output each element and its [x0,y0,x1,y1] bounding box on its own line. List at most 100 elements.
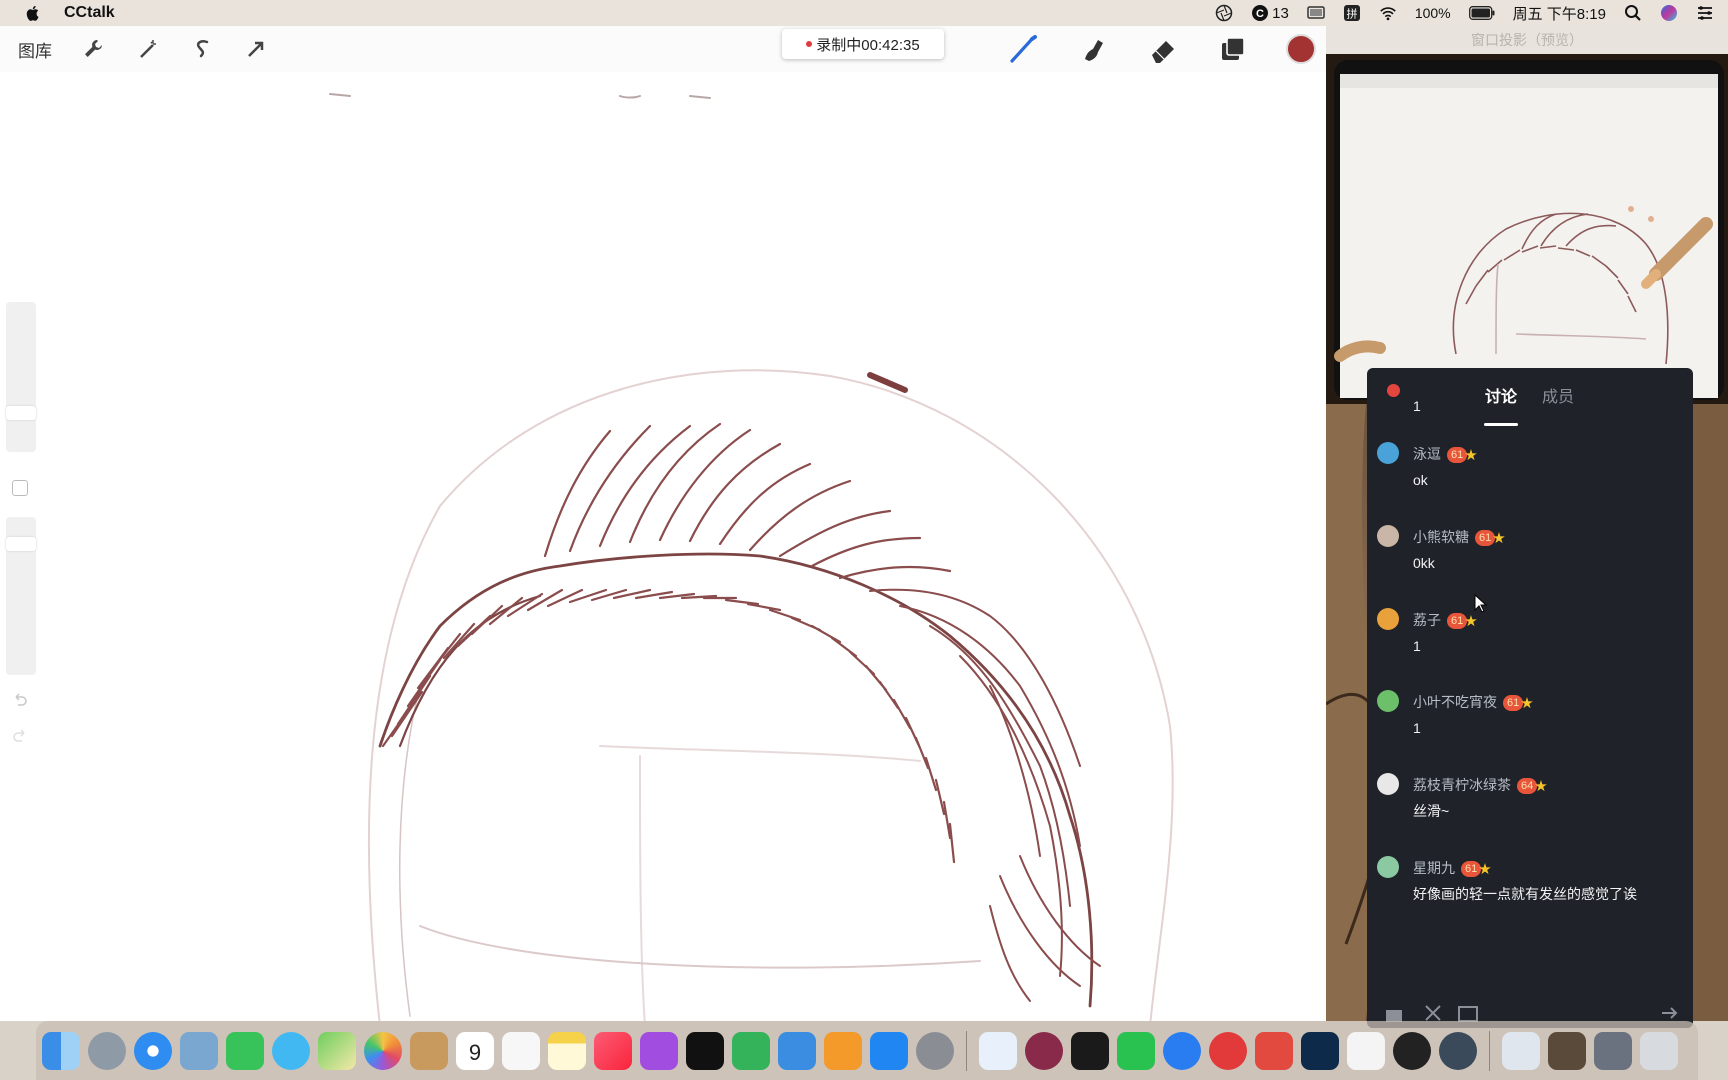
battery-icon[interactable] [1468,6,1495,20]
scissors-icon[interactable] [1423,1004,1443,1022]
gift-icon[interactable] [1383,1004,1405,1022]
menu-bar: CCtalk C 13 拼 100% 周五 下午8:19 [0,0,1728,26]
username-text: 泳逗 [1413,446,1441,462]
display-app-icon[interactable] [1594,1031,1632,1070]
drawing-window: 图库 录制中00:42:35 [0,26,1326,1021]
layers-icon[interactable] [1218,34,1248,64]
wrench-icon[interactable] [82,37,106,61]
apple-menu-icon[interactable] [24,4,42,22]
reminders-icon[interactable] [502,1031,540,1070]
control-center-icon[interactable] [1696,4,1714,22]
svg-text:拼: 拼 [1346,7,1357,21]
system-preferences-icon[interactable] [916,1031,954,1070]
username-text: 星期九 [1413,860,1455,876]
procreate-toolbar: 图库 录制中00:42:35 [0,26,1326,72]
projection-window-title[interactable]: 窗口投影（预览） [1326,26,1728,54]
screenshot-icon[interactable] [1502,1031,1540,1070]
terminal-icon[interactable] [1071,1031,1109,1070]
avatar[interactable] [1377,856,1399,878]
image-icon[interactable] [1457,1004,1479,1022]
recording-indicator[interactable]: 录制中00:42:35 [782,29,944,59]
message-text: 1 [1413,720,1421,736]
star-icon: ★ [1478,861,1492,879]
username-text: 荔枝青柠冰绿茶 [1413,777,1511,793]
image-viewer-icon[interactable] [1548,1031,1586,1070]
selection-icon[interactable] [190,37,214,61]
message-text: 1 [1413,638,1421,654]
qq-browser-icon[interactable] [1163,1031,1201,1070]
siri-icon[interactable] [1660,4,1678,22]
podcasts-icon[interactable] [640,1031,678,1070]
calendar-icon[interactable]: 9 [456,1031,494,1070]
avatar[interactable] [1377,442,1399,464]
clock[interactable]: 周五 下午8:19 [1513,3,1606,24]
spotlight-search-icon[interactable] [1624,4,1642,22]
wechat-icon[interactable] [1117,1031,1155,1070]
app-store-icon[interactable] [870,1031,908,1070]
notification-count: 13 [1272,4,1289,22]
pages-icon[interactable] [824,1031,862,1070]
message-text: ok [1413,472,1428,488]
smudge-icon[interactable] [1078,33,1110,65]
maps-icon[interactable] [318,1031,356,1070]
message-text: 0kk [1413,555,1435,571]
input-method-icon[interactable]: 拼 [1343,4,1361,22]
baidu-netdisk-icon[interactable] [979,1031,1017,1070]
aperture-icon[interactable] [1215,4,1233,22]
username[interactable]: 泳逗 61★ [1413,444,1478,464]
username[interactable]: 星期九 61★ [1413,858,1492,878]
dock: 9 [36,1021,1698,1080]
eraser-icon[interactable] [1148,33,1180,65]
facetime-icon[interactable] [226,1031,264,1070]
notification-status[interactable]: C 13 [1251,4,1289,22]
drawing-canvas[interactable] [0,72,1326,1021]
music-icon[interactable] [594,1031,632,1070]
messages-icon[interactable] [272,1031,310,1070]
star-icon: ★ [1464,613,1478,631]
photos-icon[interactable] [364,1031,402,1070]
obs-icon[interactable] [1393,1031,1431,1070]
display-icon[interactable] [1307,4,1325,22]
notes-icon[interactable] [548,1031,586,1070]
app-name-menu[interactable]: CCtalk [64,4,115,22]
safari-icon[interactable] [134,1031,172,1070]
dock-separator [1489,1030,1490,1071]
color-picker-swatch[interactable] [1286,34,1316,64]
keynote-icon[interactable] [778,1031,816,1070]
username[interactable]: 小熊软糖 61★ [1413,527,1506,547]
finder-icon[interactable] [42,1031,80,1070]
username-text: 荔子 [1413,612,1441,628]
username-text: 小叶不吃宵夜 [1413,694,1497,710]
notebook-icon[interactable] [410,1031,448,1070]
username[interactable]: 荔子 61★ [1413,610,1478,630]
brush-icon[interactable] [1008,33,1040,65]
cctalk-icon[interactable] [1347,1031,1385,1070]
quicktime-icon[interactable] [1439,1031,1477,1070]
send-arrow-icon[interactable] [1659,1004,1679,1022]
trash-icon[interactable] [1640,1031,1678,1070]
launchpad-icon[interactable] [88,1031,126,1070]
tab-discussion[interactable]: 讨论 [1485,383,1517,407]
username[interactable]: 荔枝青柠冰绿茶 64★ [1413,775,1548,795]
wifi-icon[interactable] [1379,4,1397,22]
magic-wand-icon[interactable] [136,37,160,61]
avatar[interactable] [1377,608,1399,630]
calendar-day: 9 [468,1039,482,1065]
numbers-icon[interactable] [732,1031,770,1070]
avatar[interactable] [1377,773,1399,795]
affinity-icon[interactable] [1025,1031,1063,1070]
preview-icon[interactable] [180,1031,218,1070]
avatar[interactable] [1377,690,1399,712]
transform-arrow-icon[interactable] [244,37,268,61]
star-icon: ★ [1492,530,1506,548]
avatar[interactable] [1377,525,1399,547]
netease-music-icon[interactable] [1209,1031,1247,1070]
tv-icon[interactable] [686,1031,724,1070]
camera-feed [1326,54,1728,404]
gallery-button[interactable]: 图库 [18,37,52,62]
wps-icon[interactable] [1255,1031,1293,1070]
username[interactable]: 小叶不吃宵夜 61★ [1413,692,1534,712]
tab-members[interactable]: 成员 [1542,383,1574,407]
photoshop-icon[interactable] [1301,1031,1339,1070]
battery-percent: 100% [1414,5,1451,21]
